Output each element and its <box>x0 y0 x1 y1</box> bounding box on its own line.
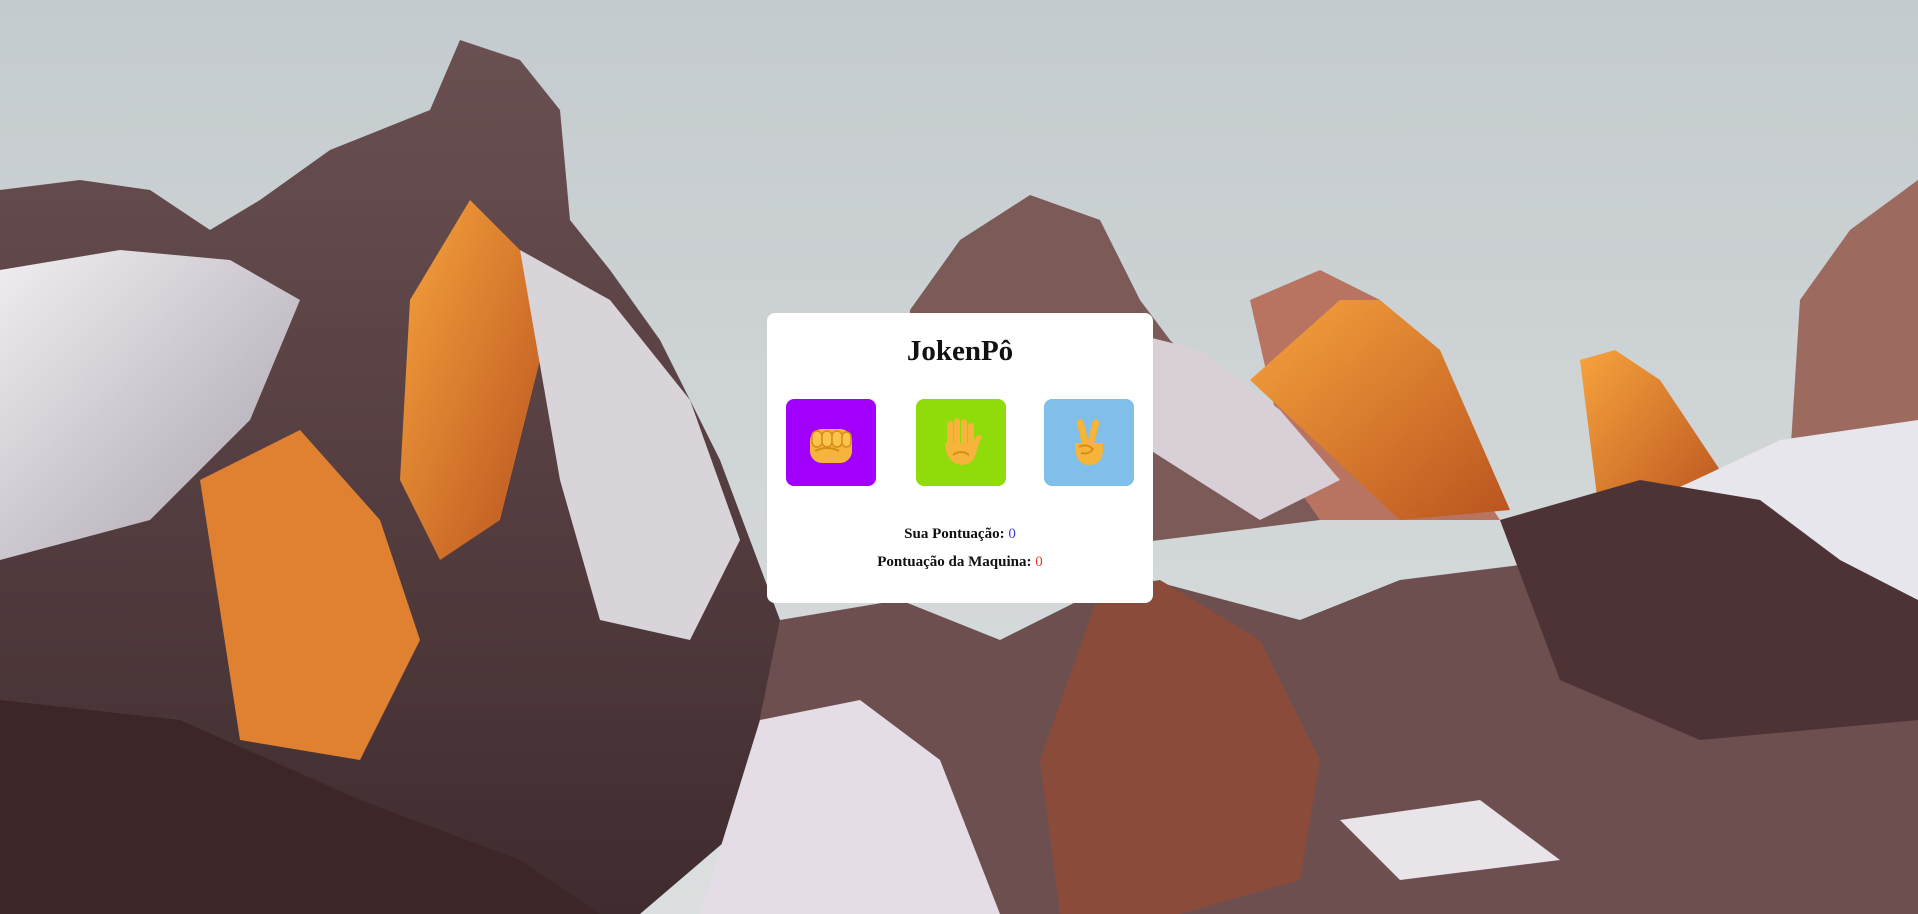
game-title: JokenPô <box>906 335 1014 367</box>
paper-button[interactable] <box>916 399 1006 486</box>
player-score-label: Sua Pontuação: <box>904 526 1005 542</box>
fist-icon <box>810 428 852 463</box>
game-card: JokenPô Sua Pontuação: 0 Pontuação da Ma… <box>767 313 1153 603</box>
rock-button[interactable] <box>786 399 876 486</box>
raised-hand-icon <box>945 417 982 465</box>
machine-score: Pontuação da Maquina: 0 <box>767 554 1153 571</box>
scissors-button[interactable] <box>1044 399 1134 486</box>
victory-hand-icon <box>1075 418 1103 465</box>
player-score-value: 0 <box>1008 526 1016 542</box>
machine-score-value: 0 <box>1035 554 1043 570</box>
player-score: Sua Pontuação: 0 <box>767 526 1153 543</box>
machine-score-label: Pontuação da Maquina: <box>877 554 1032 570</box>
